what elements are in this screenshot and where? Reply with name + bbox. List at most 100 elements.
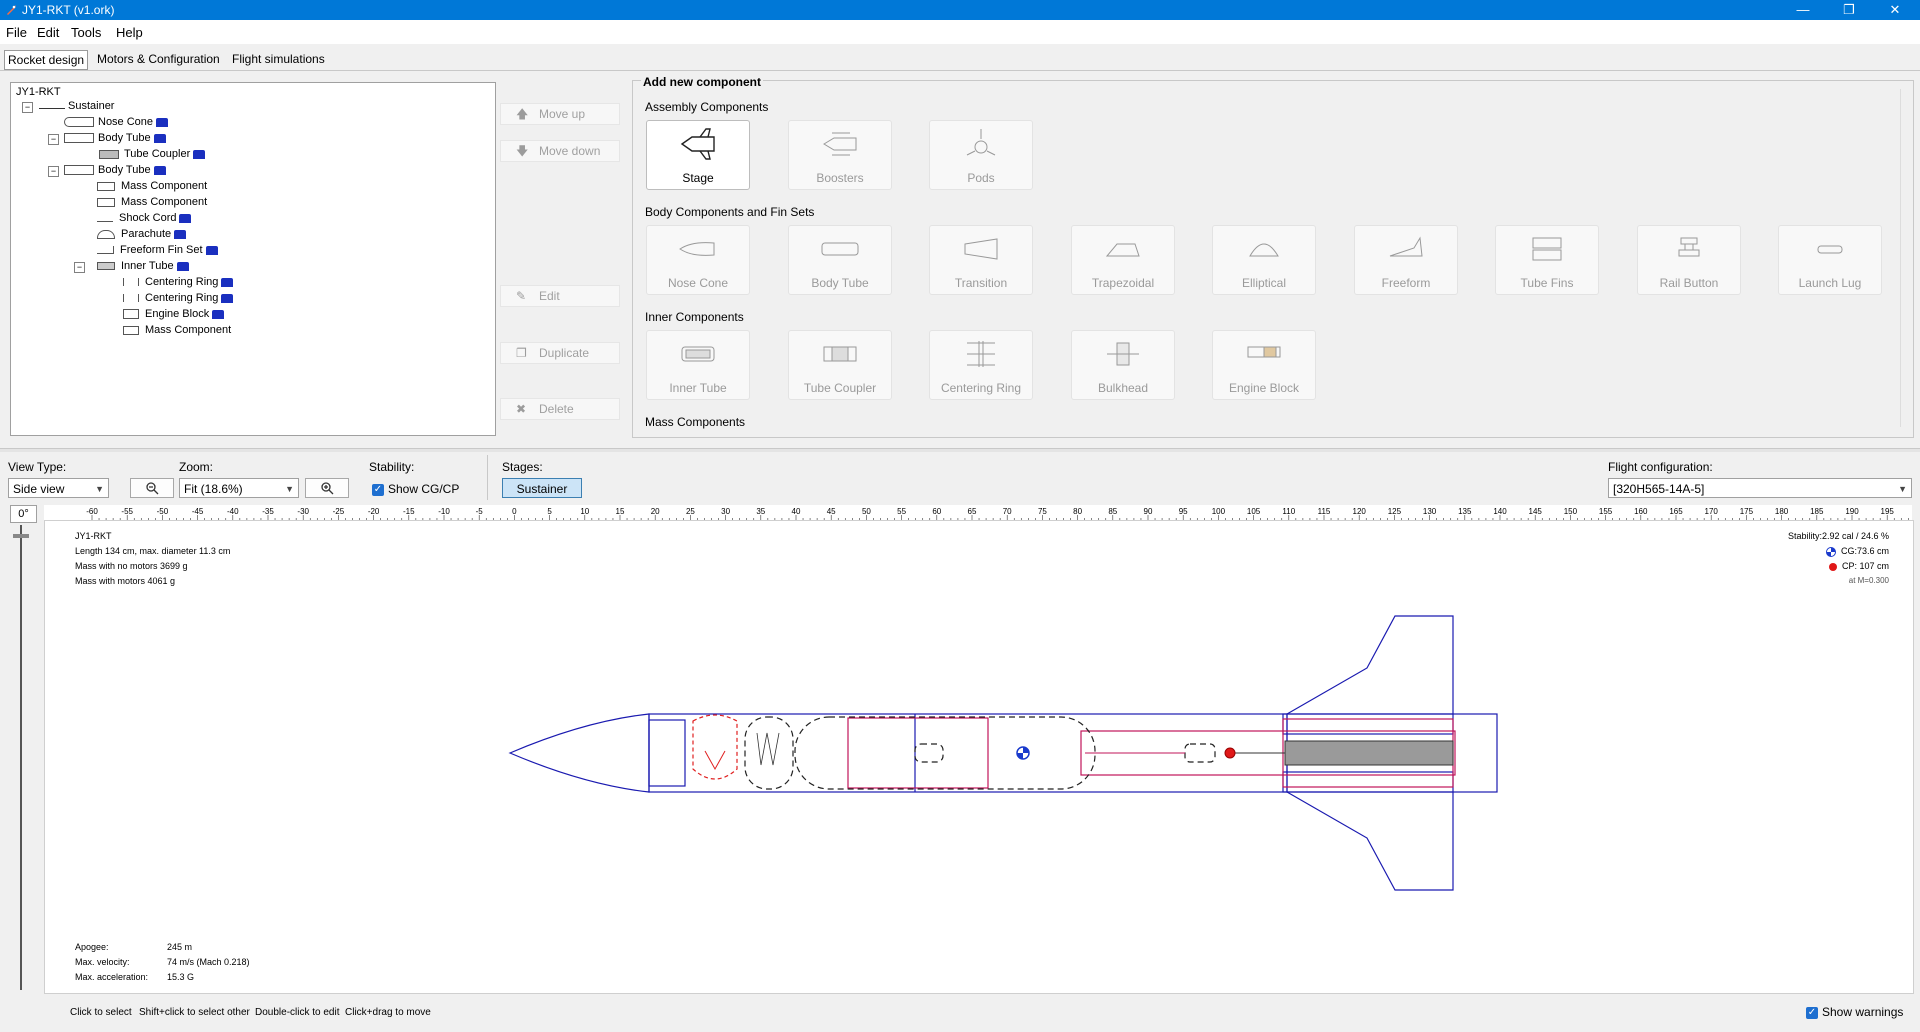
menu-file[interactable]: File xyxy=(6,25,27,40)
stage-sustainer-toggle[interactable]: Sustainer xyxy=(502,478,582,498)
tree-item-centering-ring[interactable]: Centering Ring xyxy=(123,292,234,304)
view-type-select[interactable]: Side view ▼ xyxy=(8,478,109,498)
add-engine-block-button[interactable]: Engine Block xyxy=(1212,330,1316,400)
tube-coupler-icon xyxy=(823,346,857,362)
add-trapezoidal-button[interactable]: Trapezoidal xyxy=(1071,225,1175,295)
split-divider[interactable] xyxy=(0,448,1920,452)
rocket-app-icon xyxy=(7,5,16,15)
menu-edit[interactable]: Edit xyxy=(37,25,59,40)
tree-item-mass-component[interactable]: Mass Component xyxy=(123,324,231,336)
tree-item-mass-component[interactable]: Mass Component xyxy=(97,180,207,192)
tree-item-engine-block[interactable]: Engine Block xyxy=(123,308,225,320)
collapse-toggle[interactable]: − xyxy=(22,102,33,113)
tree-item-tube-coupler[interactable]: Tube Coupler xyxy=(99,148,206,160)
tree-item-inner-tube[interactable]: Inner Tube xyxy=(97,260,189,272)
delete-button[interactable]: ✖ Delete xyxy=(500,398,620,420)
ruler-tick-label: 95 xyxy=(1179,507,1188,516)
tree-item-parachute[interactable]: Parachute xyxy=(97,228,187,240)
hint-shift-click: Shift+click to select other xyxy=(139,1007,250,1018)
tab-motors-configuration[interactable]: Motors & Configuration xyxy=(94,50,223,68)
tab-rocket-design[interactable]: Rocket design xyxy=(4,50,89,70)
add-tube-coupler-button[interactable]: Tube Coupler xyxy=(788,330,892,400)
launch-lug-icon xyxy=(1817,245,1843,254)
ruler-tick-label: 150 xyxy=(1564,507,1578,516)
panel-scrollbar[interactable] xyxy=(1900,89,1913,427)
edit-button[interactable]: ✎ Edit xyxy=(500,285,620,307)
maximize-button[interactable]: ❐ xyxy=(1826,0,1872,20)
tree-item-nose-cone[interactable]: Nose Cone xyxy=(64,116,169,128)
trapezoidal-fin-icon xyxy=(1105,243,1140,257)
flight-config-select[interactable]: [320H565-14A-5] ▼ xyxy=(1608,478,1912,498)
ruler-tick-label: -20 xyxy=(368,507,380,516)
rocket-figure-canvas[interactable]: JY1-RKT Length 134 cm, max. diameter 11.… xyxy=(44,520,1914,994)
zoom-label: Zoom: xyxy=(179,460,214,474)
ruler-tick-label: 105 xyxy=(1247,507,1261,516)
move-up-button[interactable]: 🡅 Move up xyxy=(500,103,620,125)
cp-marker xyxy=(1224,747,1236,759)
ruler-tick-label: 135 xyxy=(1458,507,1472,516)
add-freeform-button[interactable]: Freeform xyxy=(1354,225,1458,295)
tab-flight-simulations[interactable]: Flight simulations xyxy=(229,50,328,68)
rotation-field[interactable]: 0° xyxy=(10,505,37,523)
hint-click-drag: Click+drag to move xyxy=(345,1007,431,1018)
menu-bar: File Edit Tools Help xyxy=(0,20,1920,44)
chevron-down-icon: ▼ xyxy=(1898,484,1907,494)
add-centering-ring-button[interactable]: Centering Ring xyxy=(929,330,1033,400)
show-cgcp-checkbox[interactable]: ✓ Show CG/CP xyxy=(372,482,459,496)
tree-item-shock-cord[interactable]: Shock Cord xyxy=(97,212,192,224)
ruler-tick-label: -25 xyxy=(333,507,345,516)
collapse-toggle[interactable]: − xyxy=(48,166,59,177)
rotation-slider-handle[interactable] xyxy=(13,534,29,538)
close-button[interactable]: ✕ xyxy=(1872,0,1918,20)
add-transition-button[interactable]: Transition xyxy=(929,225,1033,295)
collapse-toggle[interactable]: − xyxy=(48,134,59,145)
checkbox-checked-icon: ✓ xyxy=(1806,1006,1818,1019)
duplicate-button[interactable]: ❐ Duplicate xyxy=(500,342,620,364)
horizontal-ruler: -60 -55 -50 -45 -40 -35 -30 -25 -20 -15 -10 -5 0 5 10 1… xyxy=(44,505,1912,521)
add-nose-cone-button[interactable]: Nose Cone xyxy=(646,225,750,295)
motor-badge-icon xyxy=(156,117,169,127)
add-bulkhead-button[interactable]: Bulkhead xyxy=(1071,330,1175,400)
duplicate-icon: ❐ xyxy=(516,346,527,360)
ruler-tick-label: -10 xyxy=(438,507,450,516)
add-boosters-button[interactable]: Boosters xyxy=(788,120,892,190)
add-rail-button-button[interactable]: Rail Button xyxy=(1637,225,1741,295)
flight-config-label: Flight configuration: xyxy=(1608,460,1713,474)
ruler-tick-label: 90 xyxy=(1144,507,1153,516)
tree-item-centering-ring[interactable]: Centering Ring xyxy=(123,276,234,288)
tree-item-sustainer[interactable]: Sustainer xyxy=(39,100,114,112)
ruler-tick-label: -5 xyxy=(476,507,484,516)
motor-badge-icon xyxy=(212,309,225,319)
add-inner-tube-button[interactable]: Inner Tube xyxy=(646,330,750,400)
move-down-button[interactable]: 🡇 Move down xyxy=(500,140,620,162)
add-elliptical-button[interactable]: Elliptical xyxy=(1212,225,1316,295)
collapse-toggle[interactable]: − xyxy=(74,262,85,273)
add-body-tube-button[interactable]: Body Tube xyxy=(788,225,892,295)
tree-item-mass-component[interactable]: Mass Component xyxy=(97,196,207,208)
add-pods-button[interactable]: Pods xyxy=(929,120,1033,190)
rotation-slider[interactable] xyxy=(20,525,22,990)
zoom-select[interactable]: Fit (18.6%) ▼ xyxy=(179,478,299,498)
motor-badge-icon xyxy=(193,149,206,159)
add-launch-lug-button[interactable]: Launch Lug xyxy=(1778,225,1882,295)
zoom-out-button[interactable] xyxy=(130,478,174,498)
add-stage-button[interactable]: Stage xyxy=(646,120,750,190)
add-panel-title: Add new component xyxy=(641,75,763,89)
motor-badge-icon xyxy=(153,133,166,143)
tree-item-freeform-fin-set[interactable]: Freeform Fin Set xyxy=(97,244,218,256)
tree-item-body-tube[interactable]: Body Tube xyxy=(64,164,166,176)
body-tube-icon xyxy=(821,242,859,256)
component-tree[interactable]: JY1-RKT − Sustainer Nose Cone − Body Tub… xyxy=(10,82,496,436)
tree-root[interactable]: JY1-RKT xyxy=(16,86,61,98)
menu-tools[interactable]: Tools xyxy=(71,25,101,40)
zoom-in-button[interactable] xyxy=(305,478,349,498)
show-warnings-checkbox[interactable]: ✓ Show warnings xyxy=(1806,1005,1903,1019)
add-tube-fins-button[interactable]: Tube Fins xyxy=(1495,225,1599,295)
minimize-button[interactable]: — xyxy=(1780,0,1826,20)
transition-icon xyxy=(964,238,998,260)
ruler-tick-label: 65 xyxy=(968,507,977,516)
tree-item-body-tube[interactable]: Body Tube xyxy=(64,132,166,144)
ruler-tick-label: 155 xyxy=(1599,507,1613,516)
menu-help[interactable]: Help xyxy=(116,25,143,40)
ruler-tick-label: 145 xyxy=(1529,507,1543,516)
